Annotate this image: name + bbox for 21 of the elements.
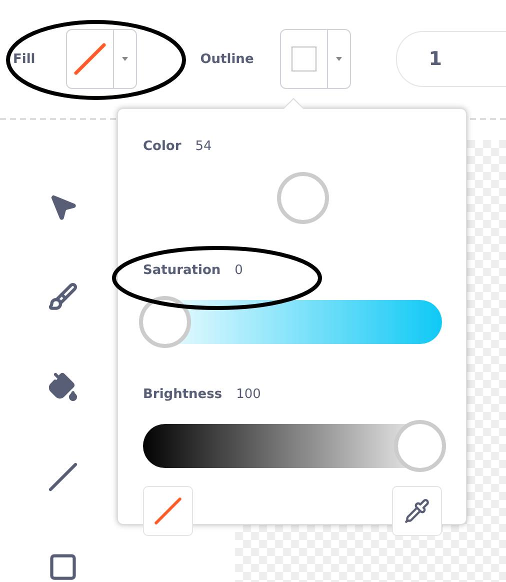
- slider-reading: 100: [236, 387, 261, 403]
- paint-bucket-icon[interactable]: [46, 370, 80, 404]
- no-fill-button[interactable]: [143, 486, 193, 536]
- slider-label: Brightness: [143, 387, 222, 403]
- eyedropper-icon: [404, 498, 430, 524]
- line-icon[interactable]: [46, 460, 80, 494]
- outline-label: Outline: [200, 52, 254, 66]
- slider-reading: 54: [195, 139, 212, 155]
- slider-label: Color: [143, 139, 182, 155]
- slider-reading: 0: [234, 263, 243, 279]
- swatch-icon: [290, 46, 317, 72]
- caret-icon: [122, 57, 128, 61]
- outline-width-field[interactable]: 1: [396, 31, 506, 87]
- slider-thumb[interactable]: [139, 296, 191, 348]
- fill-color-button[interactable]: [66, 29, 138, 89]
- outline-color-button[interactable]: [280, 29, 351, 89]
- slider-label: Saturation: [143, 263, 221, 279]
- slider-thumb[interactable]: [394, 420, 446, 472]
- eyedropper-button[interactable]: [392, 486, 442, 536]
- caret-icon: [336, 57, 342, 61]
- fill-label: Fill: [13, 52, 36, 66]
